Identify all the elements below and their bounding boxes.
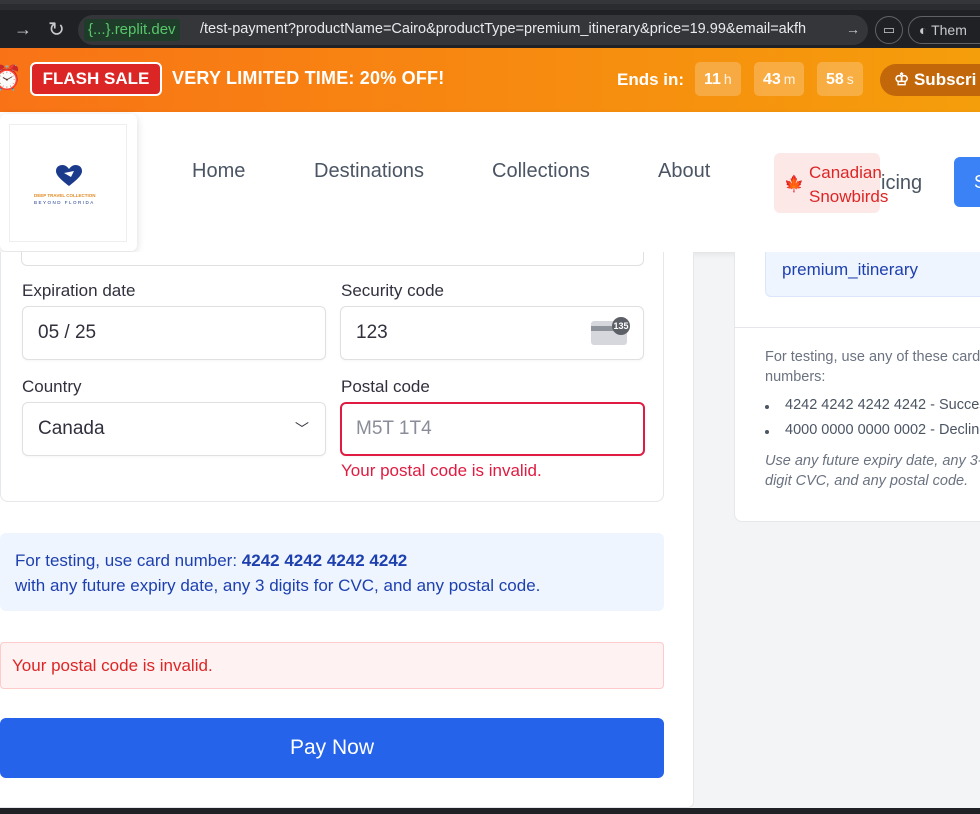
pay-now-button[interactable]: Pay Now — [0, 718, 664, 778]
subscribe-button[interactable]: ♔ Subscri — [880, 64, 980, 96]
bottom-bar — [0, 808, 980, 814]
heart-logo-icon — [56, 165, 82, 186]
canadian-snowbirds-label: Canadian Snowbirds — [809, 163, 889, 206]
reload-icon[interactable]: ↻ — [48, 17, 65, 42]
nav-collections[interactable]: Collections — [492, 160, 590, 183]
payment-card: Expiration date 05 / 25 Security code 12… — [0, 252, 694, 808]
payment-error-alert: Your postal code is invalid. — [0, 642, 664, 689]
country-label: Country — [22, 377, 82, 396]
url-path: /test-payment?productName=Cairo&productT… — [200, 21, 807, 37]
alarm-clock-icon: ⏰ — [0, 65, 22, 92]
logo-line2: BEYOND FLORIDA — [34, 200, 95, 205]
country-select[interactable]: Canada ﹀ — [22, 402, 326, 456]
theme-button[interactable]: ◐ Them — [908, 16, 980, 44]
summary-test-note: For testing, use any of these card numbe… — [765, 349, 980, 385]
nav-home[interactable]: Home — [192, 160, 245, 183]
postal-code-label: Postal code — [341, 377, 430, 396]
crown-icon: ♔ — [894, 70, 914, 89]
summary-divider — [735, 327, 980, 328]
security-code-input[interactable]: 123 135 — [340, 306, 644, 360]
summary-card-declined: 4000 0000 0000 0002 - Declined — [785, 422, 980, 438]
flash-sale-badge: FLASH SALE — [30, 62, 162, 96]
countdown-minutes: 43 m — [754, 62, 805, 96]
card-element: Expiration date 05 / 25 Security code 12… — [0, 252, 664, 502]
url-host: {...}.replit.dev — [84, 19, 180, 41]
order-summary-card: premium_itinerary For testing, use any o… — [734, 252, 980, 522]
header-cta-button[interactable]: S — [954, 157, 980, 207]
url-go-arrow-icon[interactable]: → — [846, 21, 860, 37]
address-bar[interactable]: {...}.replit.dev /test-payment?productNa… — [78, 15, 868, 45]
test-card-note: For testing, use card number: 4242 4242 … — [0, 533, 664, 611]
chevron-down-icon: ﹀ — [295, 421, 309, 437]
expiration-label: Expiration date — [22, 281, 136, 300]
expiration-input[interactable]: 05 / 25 — [22, 306, 326, 360]
logo[interactable]: DEEP TRAVEL COLLECTION BEYOND FLORIDA — [0, 114, 137, 251]
nav-about[interactable]: About — [658, 160, 710, 183]
ends-in-label: Ends in: — [617, 70, 685, 89]
test-card-number: 4242 4242 4242 4242 — [241, 551, 408, 570]
product-type-box: premium_itinerary — [765, 252, 980, 297]
postal-code-input[interactable]: M5T 1T4 — [340, 402, 645, 456]
summary-italic-note: Use any future expiry date, any 3-digit … — [765, 453, 980, 489]
theme-label: Them — [931, 22, 967, 38]
security-code-value: 123 — [356, 322, 388, 343]
logo-line1: DEEP TRAVEL COLLECTION — [34, 193, 96, 198]
maple-leaf-flag-icon: 🍁 — [784, 176, 804, 193]
canadian-snowbirds-link[interactable]: 🍁 Canadian Snowbirds — [774, 153, 888, 213]
flash-sale-banner: ⏰ FLASH SALE VERY LIMITED TIME: 20% OFF!… — [0, 48, 980, 112]
logo-frame: DEEP TRAVEL COLLECTION BEYOND FLORIDA — [9, 124, 127, 242]
summary-card-success: 4242 4242 4242 4242 - Success — [785, 397, 980, 413]
test-note-suffix: with any future expiry date, any 3 digit… — [15, 576, 541, 595]
product-type-value: premium_itinerary — [782, 260, 919, 279]
bullet-icon — [765, 430, 769, 434]
nav-destinations[interactable]: Destinations — [314, 160, 424, 183]
country-value: Canada — [38, 418, 105, 439]
card-number-input[interactable] — [21, 252, 644, 266]
postal-code-error: Your postal code is invalid. — [341, 461, 542, 480]
forward-arrow-icon[interactable]: → — [14, 19, 32, 40]
sale-text: VERY LIMITED TIME: 20% OFF! — [172, 68, 445, 88]
screen-share-icon[interactable]: ▭ — [875, 16, 903, 44]
palette-icon: ◐ — [919, 22, 932, 38]
site-header: DEEP TRAVEL COLLECTION BEYOND FLORIDA Ho… — [0, 112, 980, 252]
browser-toolbar: → ↻ {...}.replit.dev /test-payment?produ… — [0, 0, 980, 48]
test-note-prefix: For testing, use card number: — [15, 551, 242, 570]
tab-strip — [0, 4, 980, 10]
bullet-icon — [765, 405, 769, 409]
security-code-label: Security code — [341, 281, 444, 300]
countdown-seconds: 58 s — [817, 62, 863, 96]
countdown-hours: 11 h — [695, 62, 741, 96]
cvc-badge: 135 — [612, 317, 630, 335]
